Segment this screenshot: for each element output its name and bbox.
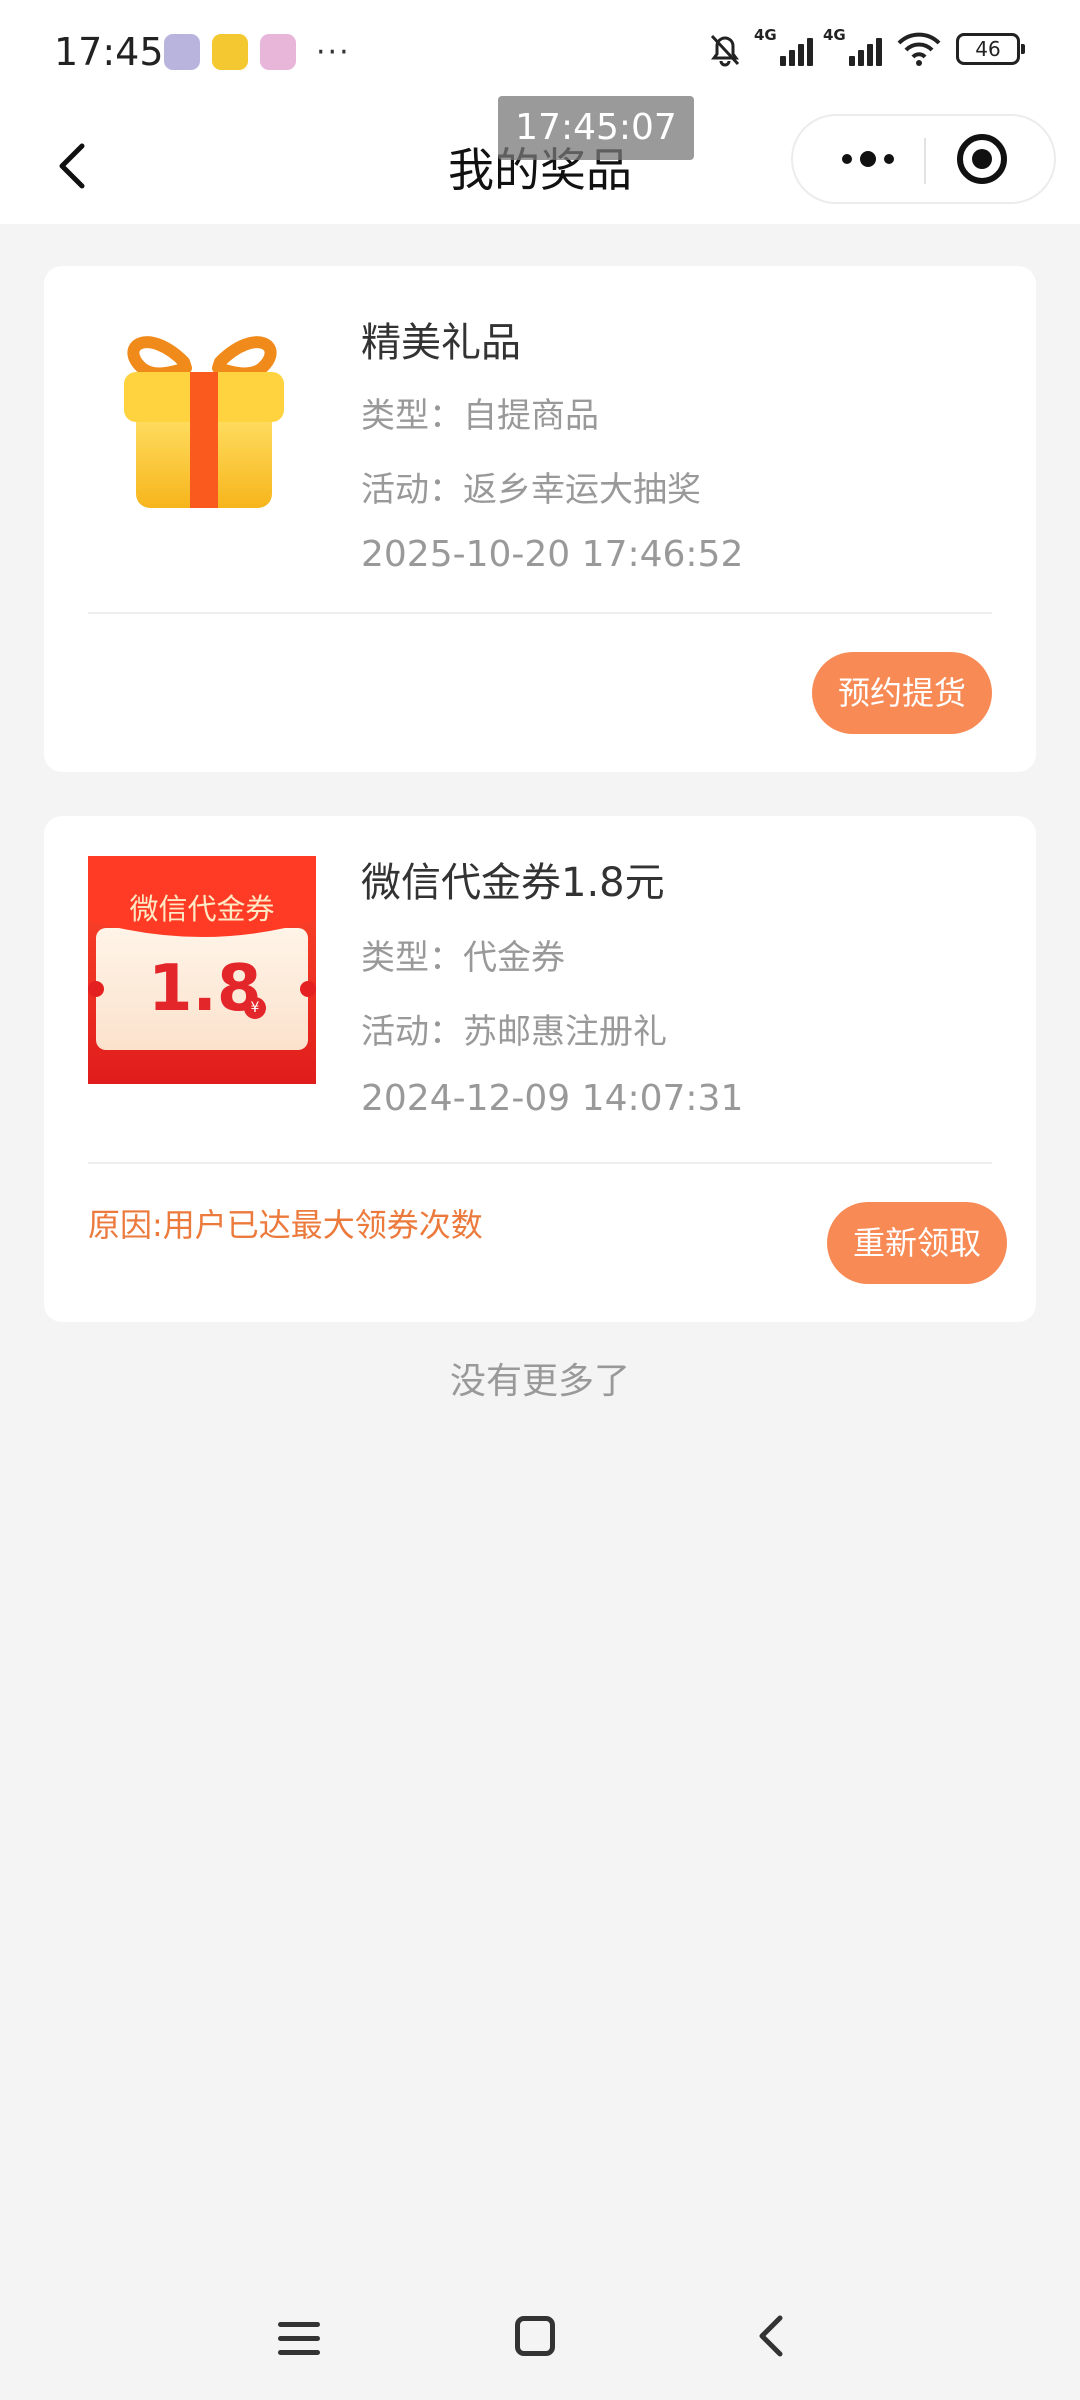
status-indicators: 4G 4G 46 (706, 26, 1025, 68)
notification-icons: ··· (164, 34, 351, 70)
prize-title: 微信代金券1.8元 (361, 860, 665, 906)
cellular-signal-icon: 4G (823, 26, 882, 66)
capsule-divider (924, 138, 926, 184)
cellular-signal-icon: 4G (754, 26, 813, 66)
menu-icon[interactable] (278, 2320, 320, 2356)
card-divider (88, 1162, 992, 1164)
more-options-icon[interactable] (823, 116, 913, 202)
prize-title: 精美礼品 (361, 320, 521, 366)
wifi-icon (897, 32, 941, 66)
prize-card: 微信代金券 1.8 ¥ 微信代金券1.8元 类型：代金券 活动：苏邮惠注册礼 2… (44, 816, 1036, 1322)
failure-reason: 原因:用户已达最大领券次数 (88, 1206, 483, 1244)
status-bar: 17:45 ··· 4G 4G 46 (0, 0, 1080, 108)
miniprogram-capsule (791, 114, 1056, 204)
prize-date: 2025-10-20 17:46:52 (361, 534, 744, 575)
reclaim-button[interactable]: 重新领取 (827, 1202, 1007, 1284)
system-back-icon[interactable] (750, 2312, 794, 2360)
time-overlay: 17:45:07 (498, 96, 694, 160)
prize-type: 类型：代金券 (361, 938, 565, 978)
card-divider (88, 612, 992, 614)
app-notification-icon (212, 34, 248, 70)
battery-icon: 46 (956, 33, 1025, 65)
more-notifications-icon: ··· (316, 34, 351, 70)
prize-type: 类型：自提商品 (361, 396, 599, 436)
mute-bell-icon (710, 34, 740, 67)
home-icon[interactable] (515, 2316, 555, 2356)
prize-card: 精美礼品 类型：自提商品 活动：返乡幸运大抽奖 2025-10-20 17:46… (44, 266, 1036, 772)
coupon-currency-icon: ¥ (244, 997, 266, 1019)
gift-box-icon (124, 336, 284, 508)
prize-date: 2024-12-09 14:07:31 (361, 1078, 744, 1119)
coupon-heading: 微信代金券 (129, 892, 275, 926)
app-notification-icon (164, 34, 200, 70)
reserve-pickup-button[interactable]: 预约提货 (812, 652, 992, 734)
prize-activity: 活动：返乡幸运大抽奖 (361, 470, 701, 510)
system-nav-bar (0, 2270, 1080, 2400)
app-notification-icon (260, 34, 296, 70)
coupon-image: 微信代金券 1.8 ¥ (88, 856, 316, 1084)
end-of-list-text: 没有更多了 (449, 1361, 630, 1402)
coupon-amount: 1.8 (148, 952, 262, 1026)
prize-activity: 活动：苏邮惠注册礼 (361, 1012, 667, 1052)
close-miniprogram-icon[interactable] (957, 134, 1007, 184)
status-time: 17:45 (54, 30, 164, 74)
